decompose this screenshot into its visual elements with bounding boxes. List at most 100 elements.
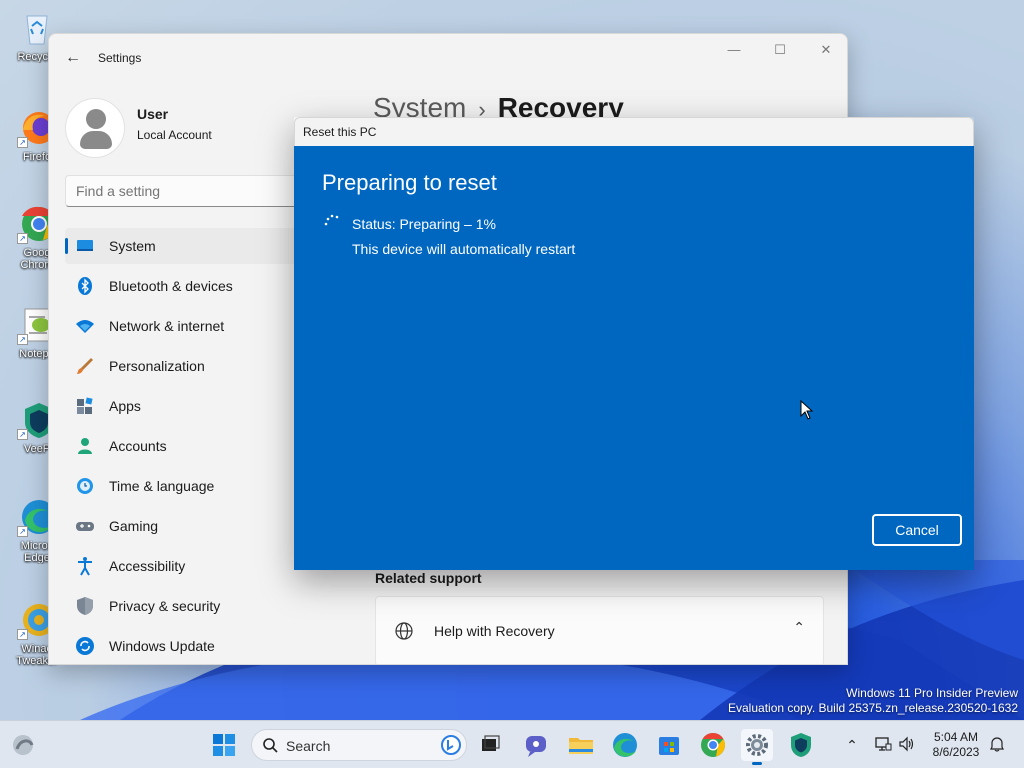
file-explorer-button[interactable] <box>565 729 597 761</box>
nav-item-accessibility[interactable]: Accessibility <box>65 548 305 584</box>
shortcut-arrow-icon: ↗ <box>17 526 28 537</box>
taskbar-search-box[interactable]: Search <box>251 729 467 761</box>
nav-item-personalization[interactable]: Personalization <box>65 348 305 384</box>
shortcut-arrow-icon: ↗ <box>17 233 28 244</box>
chevron-up-icon[interactable]: ⌃ <box>793 619 805 636</box>
active-indicator <box>752 762 762 765</box>
dialog-body: Preparing to reset Status: Preparing – 1… <box>294 146 974 570</box>
dialog-heading: Preparing to reset <box>322 170 497 195</box>
dialog-titlebar[interactable]: Reset this PC <box>294 117 974 146</box>
nav-label: Accessibility <box>109 558 186 574</box>
bing-icon[interactable] <box>440 734 462 756</box>
nav-item-apps[interactable]: Apps <box>65 388 305 424</box>
shortcut-arrow-icon: ↗ <box>17 629 28 640</box>
start-icon <box>213 734 235 756</box>
accessibility-icon <box>75 556 95 576</box>
help-label: Help with Recovery <box>434 623 555 639</box>
clock-time: 5:04 AM <box>933 730 979 744</box>
clock-date: 8/6/2023 <box>932 745 980 759</box>
spinner-icon <box>324 214 339 226</box>
privacy-icon <box>75 596 95 616</box>
chevron-up-icon[interactable]: ⌃ <box>842 735 862 755</box>
settings-nav: System Bluetooth & devices Network & int… <box>65 228 305 664</box>
user-profile[interactable]: User Local Account <box>65 98 305 158</box>
system-icon <box>75 236 95 256</box>
nav-item-network[interactable]: Network & internet <box>65 308 305 344</box>
accounts-icon <box>75 436 95 456</box>
nav-label: Privacy & security <box>109 598 221 614</box>
cancel-button[interactable]: Cancel <box>872 514 962 546</box>
bluetooth-icon <box>75 276 95 296</box>
file-explorer-icon <box>569 738 593 754</box>
clock[interactable]: 5:04 AM 8/6/2023 <box>924 730 988 760</box>
search-icon <box>263 738 278 753</box>
taskbar: Search ⌃ 5:04 AM 8/6/2023 <box>0 720 1024 768</box>
globe-icon <box>394 621 414 641</box>
shortcut-arrow-icon: ↗ <box>17 137 28 148</box>
edge-button[interactable] <box>609 729 641 761</box>
personalization-icon <box>75 356 95 376</box>
volume-icon[interactable] <box>897 735 917 755</box>
nav-label: Accounts <box>109 438 167 454</box>
related-support-heading: Related support <box>375 570 482 586</box>
network-icon <box>75 316 95 336</box>
nav-label: Gaming <box>109 518 159 534</box>
settings-titlebar[interactable]: ← Settings — ☐ ✕ <box>49 34 847 82</box>
nav-label: Windows Update <box>109 638 215 654</box>
user-account-type: Local Account <box>137 128 212 142</box>
gaming-icon <box>75 516 95 536</box>
chat-button[interactable] <box>520 729 552 761</box>
back-arrow-icon[interactable]: ← <box>63 48 83 68</box>
nav-item-privacy[interactable]: Privacy & security <box>65 588 305 624</box>
notification-icon[interactable] <box>987 735 1007 755</box>
task-view-icon <box>482 735 500 751</box>
mouse-cursor-icon <box>800 400 814 420</box>
status-text: Status: Preparing – 1% <box>352 216 496 232</box>
nav-item-accounts[interactable]: Accounts <box>65 428 305 464</box>
chat-icon <box>526 736 546 757</box>
network-status-icon[interactable] <box>873 735 893 755</box>
start-button[interactable] <box>208 729 240 761</box>
help-with-recovery-card[interactable]: Help with Recovery ⌃ <box>375 596 824 664</box>
nav-label: System <box>109 238 156 254</box>
nav-item-bluetooth[interactable]: Bluetooth & devices <box>65 268 305 304</box>
search-label: Search <box>286 738 331 754</box>
store-button[interactable] <box>653 729 685 761</box>
find-setting-input[interactable] <box>65 175 305 207</box>
shortcut-arrow-icon: ↗ <box>17 429 28 440</box>
windows-update-icon <box>75 636 95 656</box>
veepn-taskbar-button[interactable] <box>785 729 817 761</box>
settings-taskbar-button[interactable] <box>741 729 773 765</box>
close-button[interactable]: ✕ <box>811 42 841 62</box>
nav-label: Time & language <box>109 478 215 494</box>
nav-item-time-language[interactable]: Time & language <box>65 468 305 504</box>
app-title: Settings <box>98 51 142 65</box>
settings-icon <box>746 734 768 756</box>
edge-icon <box>613 733 637 757</box>
chrome-icon <box>701 733 725 757</box>
evaluation-watermark: Windows 11 Pro Insider Preview Evaluatio… <box>728 686 1018 716</box>
store-icon <box>659 737 679 755</box>
time-language-icon <box>75 476 95 496</box>
minimize-button[interactable]: — <box>719 42 749 62</box>
nav-label: Bluetooth & devices <box>109 278 233 294</box>
widgets-icon <box>13 735 34 755</box>
nav-label: Apps <box>109 398 141 414</box>
nav-label: Personalization <box>109 358 205 374</box>
nav-item-gaming[interactable]: Gaming <box>65 508 305 544</box>
nav-item-system[interactable]: System <box>65 228 305 264</box>
reset-pc-dialog: Reset this PC Preparing to reset Status:… <box>294 117 974 570</box>
chrome-button[interactable] <box>697 729 729 761</box>
dialog-title: Reset this PC <box>303 125 377 139</box>
widgets-button[interactable] <box>8 729 40 761</box>
user-name: User <box>137 106 169 122</box>
nav-label: Network & internet <box>109 318 225 334</box>
watermark-line: Evaluation copy. Build 25375.zn_release.… <box>728 701 1018 715</box>
watermark-line: Windows 11 Pro Insider Preview <box>846 686 1018 700</box>
nav-item-windows-update[interactable]: Windows Update <box>65 628 305 664</box>
task-view-button[interactable] <box>474 729 506 761</box>
veepn-icon <box>791 733 811 757</box>
avatar <box>65 98 125 158</box>
maximize-button[interactable]: ☐ <box>765 42 795 62</box>
apps-icon <box>75 396 95 416</box>
